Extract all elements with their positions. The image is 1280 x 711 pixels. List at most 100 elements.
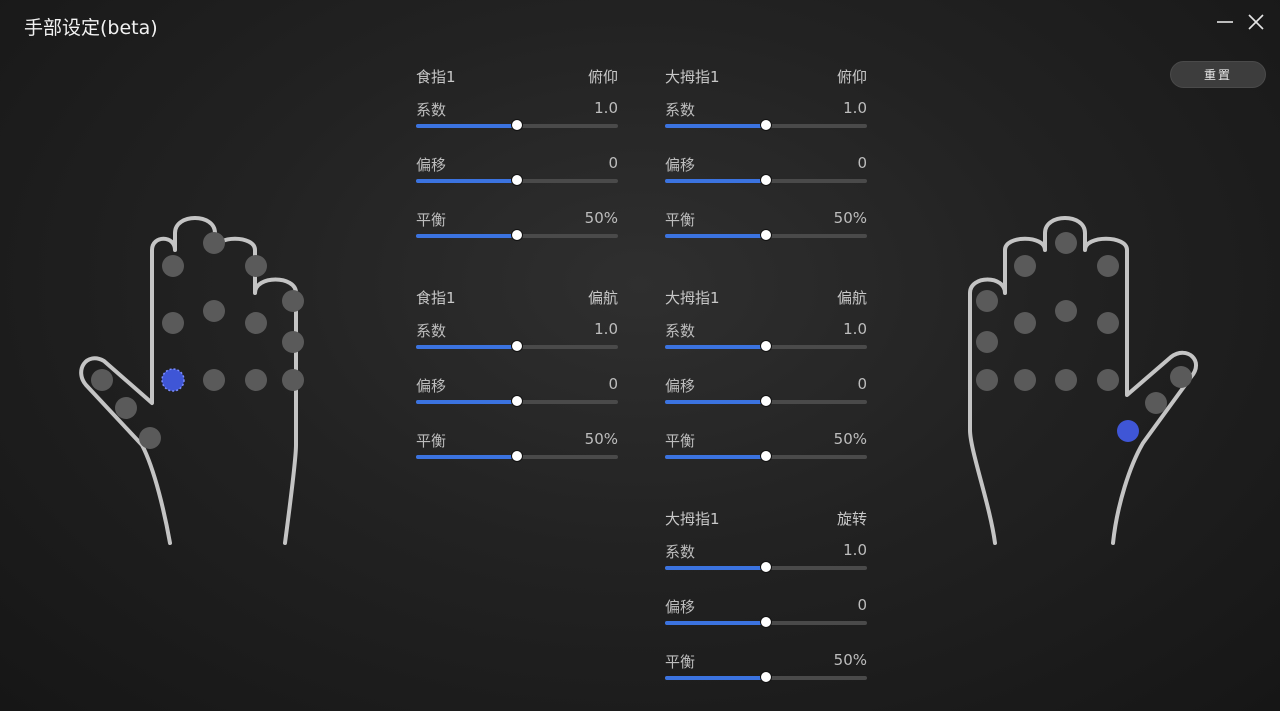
offset-row: 偏移 0 bbox=[665, 364, 867, 419]
slider-fill bbox=[665, 676, 766, 680]
close-button[interactable] bbox=[1243, 10, 1269, 36]
thumb1-roll-group: 大拇指1 旋转 系数 1.0 偏移 0 平衡 50% bbox=[665, 508, 867, 695]
slider-thumb[interactable] bbox=[760, 395, 772, 407]
left-pinky-joint-2[interactable] bbox=[282, 331, 304, 353]
coefficient-slider[interactable] bbox=[665, 340, 867, 352]
slider-thumb[interactable] bbox=[511, 174, 523, 186]
left-index-joint-3[interactable] bbox=[162, 255, 184, 277]
coefficient-label: 系数 bbox=[665, 322, 696, 340]
offset-slider[interactable] bbox=[665, 395, 867, 407]
right-index-joint-3[interactable] bbox=[1097, 255, 1119, 277]
slider-thumb[interactable] bbox=[511, 119, 523, 131]
coefficient-slider[interactable] bbox=[665, 119, 867, 131]
coefficient-value: 1.0 bbox=[843, 541, 867, 559]
right-ring-joint-1[interactable] bbox=[1014, 369, 1036, 391]
slider-thumb[interactable] bbox=[511, 340, 523, 352]
right-middle-joint-1[interactable] bbox=[1055, 369, 1077, 391]
minimize-button[interactable] bbox=[1212, 10, 1238, 36]
offset-slider[interactable] bbox=[416, 395, 618, 407]
left-thumb-joint-1[interactable] bbox=[91, 369, 113, 391]
right-ring-joint-2[interactable] bbox=[1014, 312, 1036, 334]
group-header: 大拇指1 旋转 bbox=[665, 508, 867, 530]
index1-yaw-group: 食指1 偏航 系数 1.0 偏移 0 平衡 50% bbox=[416, 287, 618, 474]
coefficient-row: 系数 1.0 bbox=[665, 309, 867, 364]
right-ring-joint-3[interactable] bbox=[1014, 255, 1036, 277]
coefficient-label: 系数 bbox=[416, 322, 447, 340]
left-ring-joint-3[interactable] bbox=[245, 255, 267, 277]
offset-slider[interactable] bbox=[416, 174, 618, 186]
group-header: 食指1 偏航 bbox=[416, 287, 618, 309]
balance-slider[interactable] bbox=[416, 229, 618, 241]
slider-thumb[interactable] bbox=[760, 174, 772, 186]
slider-thumb[interactable] bbox=[511, 450, 523, 462]
left-pinky-joint-1[interactable] bbox=[282, 369, 304, 391]
coefficient-value: 1.0 bbox=[594, 320, 618, 338]
left-thumb-joint-2[interactable] bbox=[115, 397, 137, 419]
right-index-joint-1[interactable] bbox=[1097, 369, 1119, 391]
coefficient-slider[interactable] bbox=[665, 561, 867, 573]
slider-fill bbox=[665, 455, 766, 459]
right-pinky-joint-1[interactable] bbox=[976, 369, 998, 391]
coefficient-row: 系数 1.0 bbox=[665, 88, 867, 143]
balance-value: 50% bbox=[833, 430, 867, 448]
coefficient-slider[interactable] bbox=[416, 119, 618, 131]
slider-fill bbox=[665, 179, 766, 183]
left-middle-joint-1[interactable] bbox=[203, 369, 225, 391]
slider-thumb[interactable] bbox=[760, 616, 772, 628]
coefficient-label: 系数 bbox=[665, 101, 696, 119]
coefficient-slider[interactable] bbox=[416, 340, 618, 352]
balance-slider[interactable] bbox=[665, 450, 867, 462]
left-thumb-joint-3[interactable] bbox=[139, 427, 161, 449]
offset-slider[interactable] bbox=[665, 174, 867, 186]
left-middle-joint-2[interactable] bbox=[203, 300, 225, 322]
slider-thumb[interactable] bbox=[760, 450, 772, 462]
right-thumb-joint-3[interactable] bbox=[1170, 366, 1192, 388]
right-index-joint-2[interactable] bbox=[1097, 312, 1119, 334]
slider-fill bbox=[665, 234, 766, 238]
slider-fill bbox=[665, 621, 766, 625]
left-index-joint-2[interactable] bbox=[162, 312, 184, 334]
close-icon bbox=[1248, 14, 1264, 30]
right-pinky-joint-2[interactable] bbox=[976, 331, 998, 353]
reset-button[interactable]: 重置 bbox=[1170, 61, 1266, 88]
offset-slider[interactable] bbox=[665, 616, 867, 628]
offset-value: 0 bbox=[857, 375, 867, 393]
slider-thumb[interactable] bbox=[760, 340, 772, 352]
left-index-joint-1[interactable] bbox=[161, 368, 185, 392]
finger-label: 食指1 bbox=[416, 68, 456, 86]
balance-slider[interactable] bbox=[416, 450, 618, 462]
coefficient-row: 系数 1.0 bbox=[416, 309, 618, 364]
offset-label: 偏移 bbox=[665, 598, 696, 616]
coefficient-label: 系数 bbox=[665, 543, 696, 561]
offset-row: 偏移 0 bbox=[665, 143, 867, 198]
right-thumb-joint-2[interactable] bbox=[1145, 392, 1167, 414]
slider-thumb[interactable] bbox=[760, 671, 772, 683]
coefficient-value: 1.0 bbox=[843, 99, 867, 117]
coefficient-value: 1.0 bbox=[843, 320, 867, 338]
left-ring-joint-1[interactable] bbox=[245, 369, 267, 391]
left-pinky-joint-3[interactable] bbox=[282, 290, 304, 312]
coefficient-row: 系数 1.0 bbox=[416, 88, 618, 143]
right-middle-joint-3[interactable] bbox=[1055, 232, 1077, 254]
slider-thumb[interactable] bbox=[760, 119, 772, 131]
right-pinky-joint-3[interactable] bbox=[976, 290, 998, 312]
right-middle-joint-2[interactable] bbox=[1055, 300, 1077, 322]
finger-label: 大拇指1 bbox=[665, 510, 720, 528]
slider-thumb[interactable] bbox=[760, 561, 772, 573]
balance-slider[interactable] bbox=[665, 229, 867, 241]
offset-row: 偏移 0 bbox=[416, 364, 618, 419]
finger-label: 大拇指1 bbox=[665, 68, 720, 86]
slider-thumb[interactable] bbox=[511, 229, 523, 241]
right-hand-diagram bbox=[965, 205, 1205, 550]
slider-thumb[interactable] bbox=[760, 229, 772, 241]
left-middle-joint-3[interactable] bbox=[203, 232, 225, 254]
balance-label: 平衡 bbox=[416, 211, 447, 229]
slider-thumb[interactable] bbox=[511, 395, 523, 407]
right-thumb-joint-1[interactable] bbox=[1117, 420, 1139, 442]
title-bar: 手部设定(beta) bbox=[0, 0, 1280, 48]
left-ring-joint-2[interactable] bbox=[245, 312, 267, 334]
slider-fill bbox=[416, 234, 517, 238]
slider-fill bbox=[665, 400, 766, 404]
left-hand-outline bbox=[79, 216, 304, 545]
balance-slider[interactable] bbox=[665, 671, 867, 683]
